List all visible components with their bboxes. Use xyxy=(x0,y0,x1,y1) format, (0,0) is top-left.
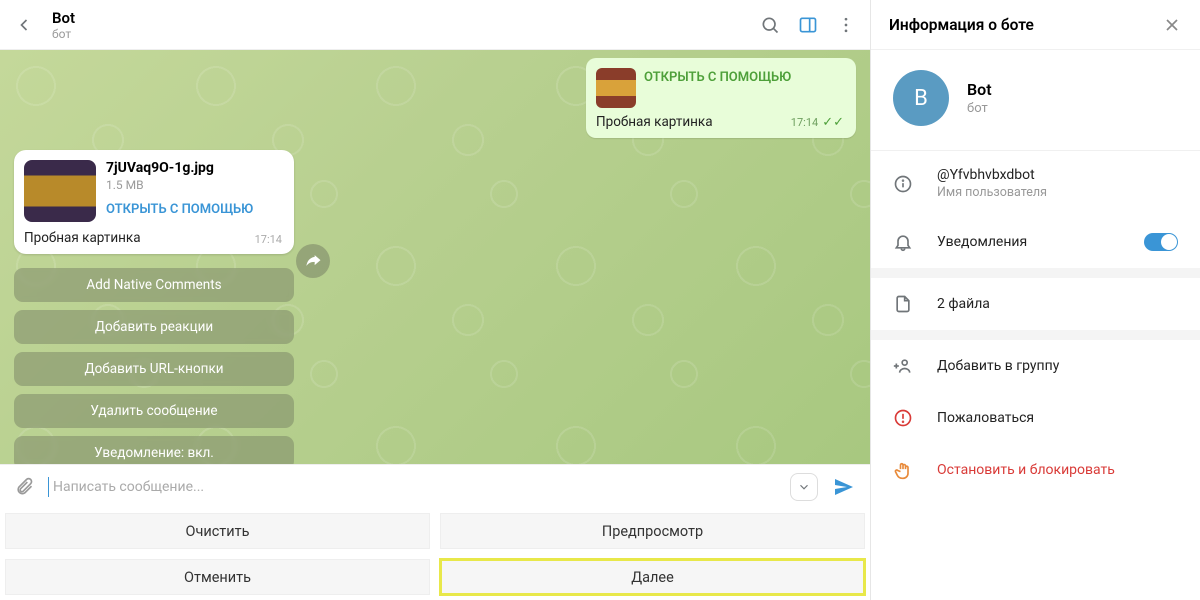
message-time: 17:14 xyxy=(791,116,818,129)
add-group-label: Добавить в группу xyxy=(937,358,1178,374)
notifications-toggle[interactable] xyxy=(1144,233,1178,251)
more-icon[interactable] xyxy=(836,15,856,35)
username-row[interactable]: @Yfvbhvbxdbot Имя пользователя xyxy=(871,151,1200,216)
message-caption: Пробная картинка xyxy=(24,222,284,246)
alert-icon xyxy=(893,408,915,428)
add-to-group-row[interactable]: Добавить в группу xyxy=(871,340,1200,392)
next-button[interactable]: Далее xyxy=(440,559,865,595)
notifications-label: Уведомления xyxy=(937,234,1122,250)
clear-button[interactable]: Очистить xyxy=(5,513,430,549)
profile-subtitle: бот xyxy=(967,101,992,116)
back-button[interactable] xyxy=(14,15,34,35)
avatar[interactable]: B xyxy=(893,70,949,126)
action-add-reactions[interactable]: Добавить реакции xyxy=(14,310,294,344)
send-button[interactable] xyxy=(832,475,856,499)
username-value: @Yfvbhvbxdbot xyxy=(937,167,1178,183)
close-icon[interactable] xyxy=(1162,15,1182,35)
message-input[interactable] xyxy=(48,477,776,497)
forward-button[interactable] xyxy=(296,244,330,278)
chat-subtitle: бот xyxy=(52,27,760,41)
report-row[interactable]: Пожаловаться xyxy=(871,392,1200,444)
file-icon xyxy=(893,294,915,314)
outgoing-message[interactable]: ОТКРЫТЬ С ПОМОЩЬЮ Пробная картинка 17:14… xyxy=(586,58,856,138)
action-delete-message[interactable]: Удалить сообщение xyxy=(14,394,294,428)
action-notification[interactable]: Уведомление: вкл. xyxy=(14,436,294,464)
preview-button[interactable]: Предпросмотр xyxy=(440,513,865,549)
action-add-comments[interactable]: Add Native Comments xyxy=(14,268,294,302)
commands-button[interactable] xyxy=(790,473,818,501)
report-label: Пожаловаться xyxy=(937,410,1178,426)
info-icon xyxy=(893,174,915,194)
attach-icon[interactable] xyxy=(14,477,34,497)
notifications-row[interactable]: Уведомления xyxy=(871,216,1200,268)
chat-body: ОТКРЫТЬ С ПОМОЩЬЮ Пробная картинка 17:14… xyxy=(0,50,870,464)
cancel-button[interactable]: Отменить xyxy=(5,559,430,595)
info-panel: Информация о боте B Bot бот @Yfvbhvbxdbo… xyxy=(870,0,1200,600)
composer xyxy=(0,464,870,508)
action-add-url-buttons[interactable]: Добавить URL-кнопки xyxy=(14,352,294,386)
chat-title: Bot xyxy=(52,9,760,27)
profile-name: Bot xyxy=(967,80,992,99)
file-thumbnail[interactable] xyxy=(24,160,96,222)
files-row[interactable]: 2 файла xyxy=(871,278,1200,330)
block-label: Остановить и блокировать xyxy=(937,462,1178,478)
block-row[interactable]: Остановить и блокировать xyxy=(871,444,1200,496)
read-checks-icon: ✓✓ xyxy=(822,115,844,130)
sidebar-toggle-icon[interactable] xyxy=(798,15,818,35)
search-icon[interactable] xyxy=(760,15,780,35)
incoming-message[interactable]: 7jUVaq9O-1g.jpg 1.5 MB ОТКРЫТЬ С ПОМОЩЬЮ… xyxy=(14,150,294,254)
message-time: 17:14 xyxy=(255,233,282,246)
username-label: Имя пользователя xyxy=(937,185,1178,200)
bell-icon xyxy=(893,232,915,252)
add-user-icon xyxy=(893,356,915,376)
file-thumbnail[interactable] xyxy=(596,68,636,108)
info-header: Информация о боте xyxy=(889,16,1034,34)
files-label: 2 файла xyxy=(937,296,1178,312)
hand-icon xyxy=(893,460,915,480)
chat-header: Bot бот xyxy=(0,0,870,50)
